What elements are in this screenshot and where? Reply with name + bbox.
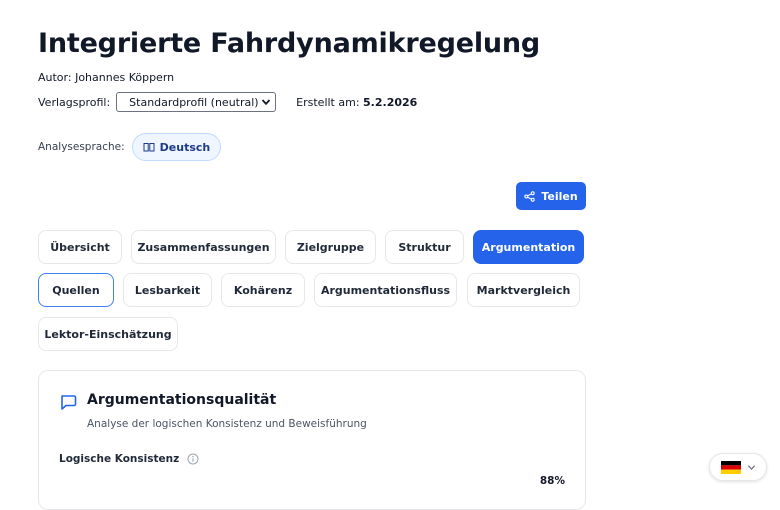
chevron-down-icon xyxy=(747,464,755,470)
tab-struktur[interactable]: Struktur xyxy=(385,230,464,264)
tab-kohaerenz[interactable]: Kohärenz xyxy=(221,273,305,307)
created-date: Erstellt am: 5.2.2026 xyxy=(296,96,417,109)
page-title: Integrierte Fahrdynamikregelung xyxy=(38,28,541,59)
tab-zusammenfassungen[interactable]: Zusammenfassungen xyxy=(131,230,276,264)
author: Autor: Johannes Köppern xyxy=(38,71,175,84)
profile-select[interactable]: Standardprofil (neutral) xyxy=(116,92,277,112)
language-pill[interactable]: Deutsch xyxy=(131,133,222,161)
tab-uebersicht[interactable]: Übersicht xyxy=(38,230,122,264)
info-icon[interactable] xyxy=(187,453,199,465)
tab-marktvergleich[interactable]: Marktvergleich xyxy=(467,273,580,307)
german-flag-icon xyxy=(720,460,741,474)
share-icon xyxy=(524,190,536,202)
language-value: Deutsch xyxy=(159,140,211,154)
metric-value: 88% xyxy=(539,475,565,487)
share-label: Teilen xyxy=(541,189,578,203)
book-icon xyxy=(143,143,155,152)
tab-argumentation[interactable]: Argumentation xyxy=(473,230,584,264)
metric-logische-konsistenz: Logische Konsistenz xyxy=(59,453,199,465)
argumentation-card: Argumentationsqualität Analyse der logis… xyxy=(38,370,586,510)
language-label: Analysesprache: xyxy=(38,141,125,153)
tab-lektor-einschaetzung[interactable]: Lektor-Einschätzung xyxy=(38,317,178,351)
tab-zielgruppe[interactable]: Zielgruppe xyxy=(285,230,376,264)
chevron-down-icon xyxy=(261,99,271,106)
tab-quellen[interactable]: Quellen xyxy=(38,273,114,307)
profile-label: Verlagsprofil: xyxy=(38,95,111,109)
card-title: Argumentationsqualität xyxy=(87,392,277,408)
metric-label: Logische Konsistenz xyxy=(59,453,180,465)
tab-argumentationsfluss[interactable]: Argumentationsfluss xyxy=(314,273,457,307)
card-subtitle: Analyse der logischen Konsistenz und Bew… xyxy=(87,418,367,430)
tab-lesbarkeit[interactable]: Lesbarkeit xyxy=(123,273,212,307)
profile-select-value: Standardprofil (neutral) xyxy=(129,95,259,109)
chat-icon xyxy=(61,395,77,410)
locale-switcher[interactable] xyxy=(709,453,767,481)
analysis-language: Analysesprache: Deutsch xyxy=(38,132,222,162)
share-button[interactable]: Teilen xyxy=(516,182,586,210)
created-label: Erstellt am: xyxy=(296,95,360,109)
created-value: 5.2.2026 xyxy=(363,95,418,109)
meta-row: Verlagsprofil: Standardprofil (neutral) … xyxy=(38,92,417,112)
